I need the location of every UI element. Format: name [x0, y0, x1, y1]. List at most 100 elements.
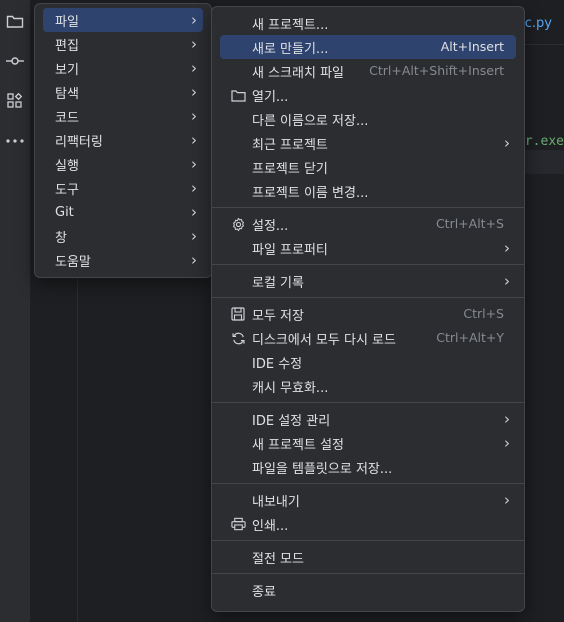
chevron-right-icon: ›	[191, 227, 197, 245]
local-history-item[interactable]: 로컬 기록 ›	[220, 269, 516, 293]
menu-separator	[212, 207, 524, 208]
menu-item-label: 프로젝트 닫기	[252, 161, 328, 177]
menu-item-label: 창	[55, 230, 67, 246]
menu-separator	[212, 297, 524, 298]
menu-item-label: 다른 이름으로 저장...	[252, 113, 369, 129]
shortcut-label: Ctrl+Alt+S	[435, 216, 504, 231]
chevron-right-icon: ›	[504, 410, 510, 428]
chevron-right-icon: ›	[191, 11, 197, 29]
new-project-item[interactable]: 새 프로젝트...	[220, 11, 516, 35]
menu-item-label: 새 프로젝트 설정	[252, 437, 344, 453]
menu-item-label: 최근 프로젝트	[252, 137, 328, 153]
menu-item-label: 열기...	[252, 89, 289, 105]
menu-item-label: 보기	[55, 62, 79, 78]
menu-item-label: 파일	[55, 14, 79, 30]
gear-icon	[230, 216, 246, 232]
open-item[interactable]: 열기...	[220, 83, 516, 107]
editor-tab-label[interactable]: c.py	[525, 16, 552, 31]
menu-item-edit[interactable]: 편집 ›	[43, 32, 203, 56]
power-save-mode-item[interactable]: 절전 모드	[220, 545, 516, 569]
export-item[interactable]: 내보내기 ›	[220, 488, 516, 512]
save-as-item[interactable]: 다른 이름으로 저장...	[220, 107, 516, 131]
menu-item-label: 캐시 무효화...	[252, 380, 329, 396]
recent-projects-item[interactable]: 최근 프로젝트 ›	[220, 131, 516, 155]
menu-item-label: 디스크에서 모두 다시 로드	[252, 332, 396, 348]
manage-ide-settings-item[interactable]: IDE 설정 관리 ›	[220, 407, 516, 431]
new-item[interactable]: 새로 만들기... Alt+Insert	[220, 35, 516, 59]
chevron-right-icon: ›	[504, 491, 510, 509]
project-folder-icon[interactable]	[0, 6, 30, 36]
menu-separator	[212, 483, 524, 484]
menu-item-window[interactable]: 창 ›	[43, 224, 203, 248]
print-item[interactable]: 인쇄...	[220, 512, 516, 536]
menu-item-label: 탐색	[55, 86, 79, 102]
menu-item-label: 리팩터링	[55, 134, 103, 150]
menu-item-label: 내보내기	[252, 494, 300, 510]
menu-item-tools[interactable]: 도구 ›	[43, 176, 203, 200]
menu-item-label: 파일을 템플릿으로 저장...	[252, 461, 393, 477]
menu-separator	[212, 402, 524, 403]
chevron-right-icon: ›	[504, 134, 510, 152]
chevron-right-icon: ›	[191, 107, 197, 125]
menu-item-label: 로컬 기록	[252, 275, 304, 291]
menu-item-label: 새 프로젝트...	[252, 17, 329, 33]
menu-item-label: 종료	[252, 584, 276, 600]
repair-ide-item[interactable]: IDE 수정	[220, 350, 516, 374]
new-scratch-file-item[interactable]: 새 스크래치 파일 Ctrl+Alt+Shift+Insert	[220, 59, 516, 83]
code-line: r.exe	[524, 134, 564, 149]
chevron-right-icon: ›	[191, 131, 197, 149]
printer-icon	[230, 516, 246, 532]
commit-icon[interactable]	[0, 46, 30, 76]
menu-item-help[interactable]: 도움말 ›	[43, 248, 203, 272]
file-properties-item[interactable]: 파일 프로퍼티 ›	[220, 236, 516, 260]
exit-item[interactable]: 종료	[220, 578, 516, 602]
menu-item-view[interactable]: 보기 ›	[43, 56, 203, 80]
chevron-right-icon: ›	[191, 203, 197, 221]
menu-item-label: 인쇄...	[252, 518, 289, 534]
chevron-right-icon: ›	[191, 35, 197, 53]
new-project-settings-item[interactable]: 새 프로젝트 설정 ›	[220, 431, 516, 455]
menu-item-label: IDE 수정	[252, 356, 303, 372]
shortcut-label: Ctrl+Alt+Y	[436, 330, 504, 345]
close-project-item[interactable]: 프로젝트 닫기	[220, 155, 516, 179]
menu-separator	[212, 540, 524, 541]
menu-item-run[interactable]: 실행 ›	[43, 152, 203, 176]
menu-item-label: 도움말	[55, 254, 91, 270]
invalidate-caches-item[interactable]: 캐시 무효화...	[220, 374, 516, 398]
chevron-right-icon: ›	[191, 155, 197, 173]
chevron-right-icon: ›	[504, 434, 510, 452]
chevron-right-icon: ›	[504, 272, 510, 290]
chevron-right-icon: ›	[504, 239, 510, 257]
more-tools-icon[interactable]	[0, 126, 30, 156]
menu-item-label: 실행	[55, 158, 79, 174]
menu-item-refactor[interactable]: 리팩터링 ›	[43, 128, 203, 152]
settings-item[interactable]: 설정... Ctrl+Alt+S	[220, 212, 516, 236]
menu-separator	[212, 264, 524, 265]
main-menu: 파일 › 편집 › 보기 › 탐색 › 코드 › 리팩터링 › 실행 › 도구 › Git › 창…	[34, 3, 212, 278]
menu-item-label: 코드	[55, 110, 79, 126]
menu-item-label: 도구	[55, 182, 79, 198]
reload-icon	[230, 330, 246, 346]
reload-all-item[interactable]: 디스크에서 모두 다시 로드 Ctrl+Alt+Y	[220, 326, 516, 350]
menu-item-label: 설정...	[252, 218, 289, 234]
menu-item-label: 새 스크래치 파일	[252, 65, 344, 81]
shortcut-label: Ctrl+Alt+Shift+Insert	[369, 63, 504, 78]
menu-item-label: IDE 설정 관리	[252, 413, 331, 429]
menu-item-label: 절전 모드	[252, 551, 304, 567]
save-all-item[interactable]: 모두 저장 Ctrl+S	[220, 302, 516, 326]
folder-icon	[230, 87, 246, 103]
structure-icon[interactable]	[0, 86, 30, 116]
chevron-right-icon: ›	[191, 251, 197, 269]
rename-project-item[interactable]: 프로젝트 이름 변경...	[220, 179, 516, 203]
chevron-right-icon: ›	[191, 59, 197, 77]
chevron-right-icon: ›	[191, 179, 197, 197]
tool-window-strip	[0, 0, 31, 622]
menu-item-git[interactable]: Git ›	[43, 200, 203, 224]
menu-item-file[interactable]: 파일 ›	[43, 8, 203, 32]
menu-item-code[interactable]: 코드 ›	[43, 104, 203, 128]
chevron-right-icon: ›	[191, 83, 197, 101]
menu-item-label: 편집	[55, 38, 79, 54]
shortcut-label: Alt+Insert	[440, 39, 504, 54]
save-as-template-item[interactable]: 파일을 템플릿으로 저장...	[220, 455, 516, 479]
menu-item-navigate[interactable]: 탐색 ›	[43, 80, 203, 104]
